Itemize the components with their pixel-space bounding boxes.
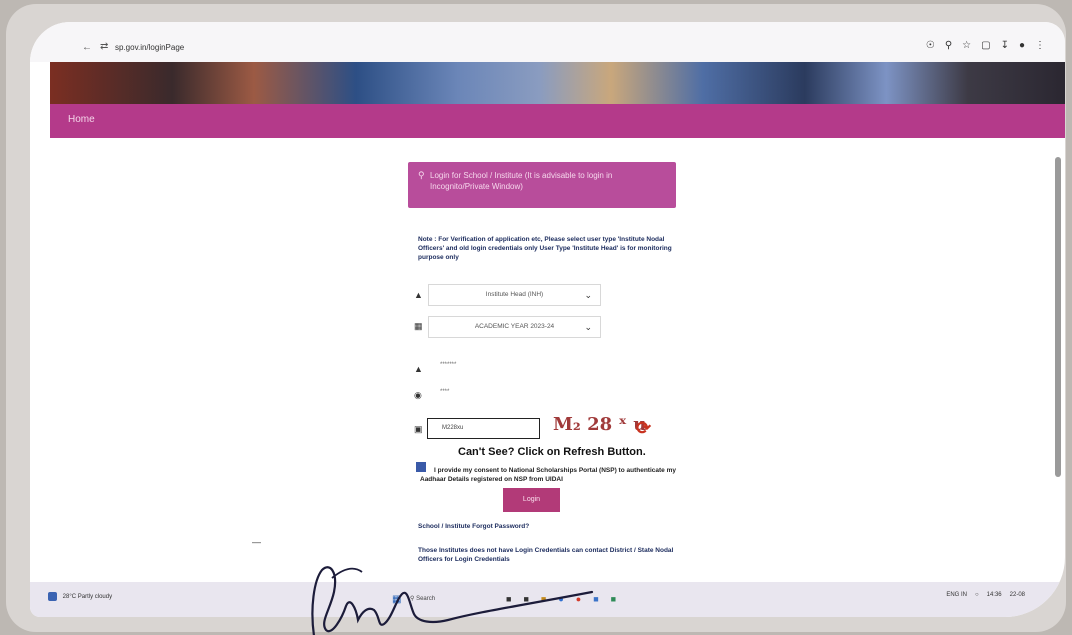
weather-temp: 28°C [62,594,77,601]
user-type-value: Institute Head (INH) [485,291,544,298]
handwritten-signature [311,566,594,635]
verification-note: Note : For Verification of application e… [418,236,672,261]
lock-icon: ◉ [414,390,422,400]
nav-home-link[interactable]: Home [68,114,95,125]
search-icon: ⚲ [418,170,425,180]
refresh-icon[interactable]: ⟳ [636,418,651,439]
academic-year-select[interactable]: ACADEMIC YEAR 2023-24 ⌄ [428,316,601,338]
site-settings-icon[interactable]: ⇄ [100,41,108,52]
cant-see-text: Can't See? Click on Refresh Button. [458,446,646,458]
username-field[interactable]: ******* [428,356,601,374]
chevron-down-icon: ⌄ [584,290,592,300]
captcha-image: M₂ 28 ˣ u [553,414,647,435]
header-banner-image [50,62,1065,104]
forgot-password-link[interactable]: School / Institute Forgot Password? [418,523,529,530]
back-arrow-icon[interactable]: ← [82,42,92,53]
extensions-icon[interactable]: ▢ [981,40,990,51]
chevron-down-icon: ⌄ [584,322,592,332]
calendar-icon: ▦ [414,321,423,331]
profile-icon[interactable]: ● [1019,40,1025,51]
user-type-select[interactable]: Institute Head (INH) ⌄ [428,284,601,306]
navbar: Home [50,104,1065,138]
login-button-label: Login [522,496,541,503]
system-tray: ENG IN ○ 14:36 22-08 [946,592,1025,598]
weather-widget[interactable]: 28°C Partly cloudy [48,592,112,601]
login-header: ⚲ Login for School / Institute (It is ad… [408,162,676,208]
download-icon[interactable]: ↧ [1001,40,1009,51]
captcha-input[interactable]: M228xu [427,418,540,439]
login-button[interactable]: Login [503,488,560,512]
login-header-text: Login for School / Institute (It is advi… [430,171,613,191]
academic-year-value: ACADEMIC YEAR 2023-24 [474,323,555,330]
screen: ← ⇄ sp.gov.in/loginPage ☉ ⚲ ☆ ▢ ↧ ● ⋮ Ho… [30,22,1065,617]
consent-text: I provide my consent to National Scholar… [420,467,676,483]
tray-lang[interactable]: ENG IN [946,592,967,598]
key-icon[interactable]: ☉ [926,40,935,51]
user-icon: ▲ [414,290,423,300]
scrollbar[interactable] [1055,157,1061,477]
tray-date[interactable]: 22-08 [1010,592,1025,598]
menu-icon[interactable]: ⋮ [1035,40,1045,51]
cursor-mark: — [252,537,261,547]
user-icon: ▲ [414,364,423,374]
weather-icon [48,592,57,601]
address-bar[interactable]: sp.gov.in/loginPage [115,43,184,52]
captcha-icon: ▣ [414,424,423,434]
browser-bar: ← ⇄ sp.gov.in/loginPage ☉ ⚲ ☆ ▢ ↧ ● ⋮ [30,22,1065,62]
wifi-icon[interactable]: ○ [975,592,979,598]
weather-desc: Partly cloudy [77,594,113,601]
password-field[interactable]: **** [428,383,601,401]
star-icon[interactable]: ☆ [962,40,971,51]
browser-actions: ☉ ⚲ ☆ ▢ ↧ ● ⋮ [926,40,1045,51]
tray-time[interactable]: 14:36 [987,592,1002,598]
zoom-icon[interactable]: ⚲ [945,40,952,51]
